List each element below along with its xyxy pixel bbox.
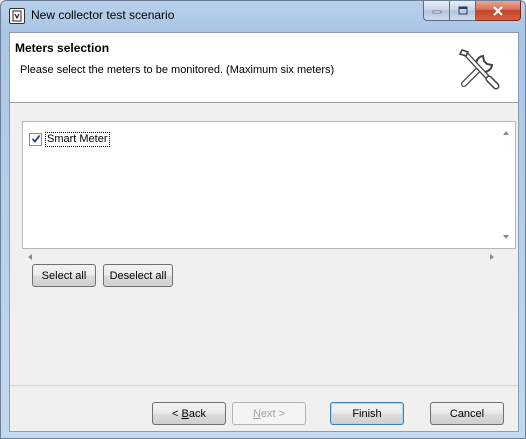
back-label-rest: ack	[188, 407, 206, 420]
page-title: Meters selection	[15, 41, 110, 55]
maximize-button[interactable]	[450, 1, 476, 21]
vertical-scrollbar[interactable]	[498, 122, 515, 248]
cancel-button[interactable]: Cancel	[430, 402, 504, 425]
wizard-header: Meters selection Please select the meter…	[10, 33, 518, 103]
next-label-rest: ext >	[260, 407, 286, 420]
page-description: Please select the meters to be monitored…	[20, 64, 335, 76]
select-all-button[interactable]: Select all	[32, 264, 96, 287]
next-button[interactable]: Next >	[232, 402, 306, 425]
finish-button[interactable]: Finish	[330, 402, 404, 425]
minimize-button[interactable]	[423, 1, 450, 21]
deselect-all-button[interactable]: Deselect all	[103, 264, 173, 287]
scroll-right-icon[interactable]	[490, 254, 494, 260]
caption-buttons	[423, 1, 521, 21]
maximize-icon	[458, 6, 467, 15]
window-title: New collector test scenario	[31, 8, 175, 22]
meters-list[interactable]: Smart Meter	[22, 121, 516, 249]
next-mnemonic: N	[252, 407, 261, 420]
minimize-icon	[432, 10, 441, 13]
wizard-body: Meters selection Please select the meter…	[9, 32, 519, 432]
meter-checkbox[interactable]	[29, 132, 42, 146]
back-mnemonic: B	[181, 407, 189, 420]
scroll-left-icon[interactable]	[28, 254, 32, 260]
close-button[interactable]	[476, 1, 521, 21]
scroll-down-icon[interactable]	[503, 235, 509, 239]
scroll-up-icon[interactable]	[503, 131, 509, 135]
tools-icon	[458, 49, 500, 90]
back-prefix: <	[172, 407, 179, 420]
dialog-window: New collector test scenario Meters selec…	[0, 0, 526, 439]
horizontal-scrollbar[interactable]	[22, 249, 516, 266]
checkmark-icon	[31, 134, 40, 143]
app-icon	[9, 8, 25, 24]
list-item[interactable]: Smart Meter	[29, 131, 110, 147]
close-icon	[493, 5, 503, 16]
meter-label: Smart Meter	[45, 131, 110, 147]
title-bar[interactable]: New collector test scenario	[1, 1, 525, 32]
back-button[interactable]: < Back	[152, 402, 226, 425]
